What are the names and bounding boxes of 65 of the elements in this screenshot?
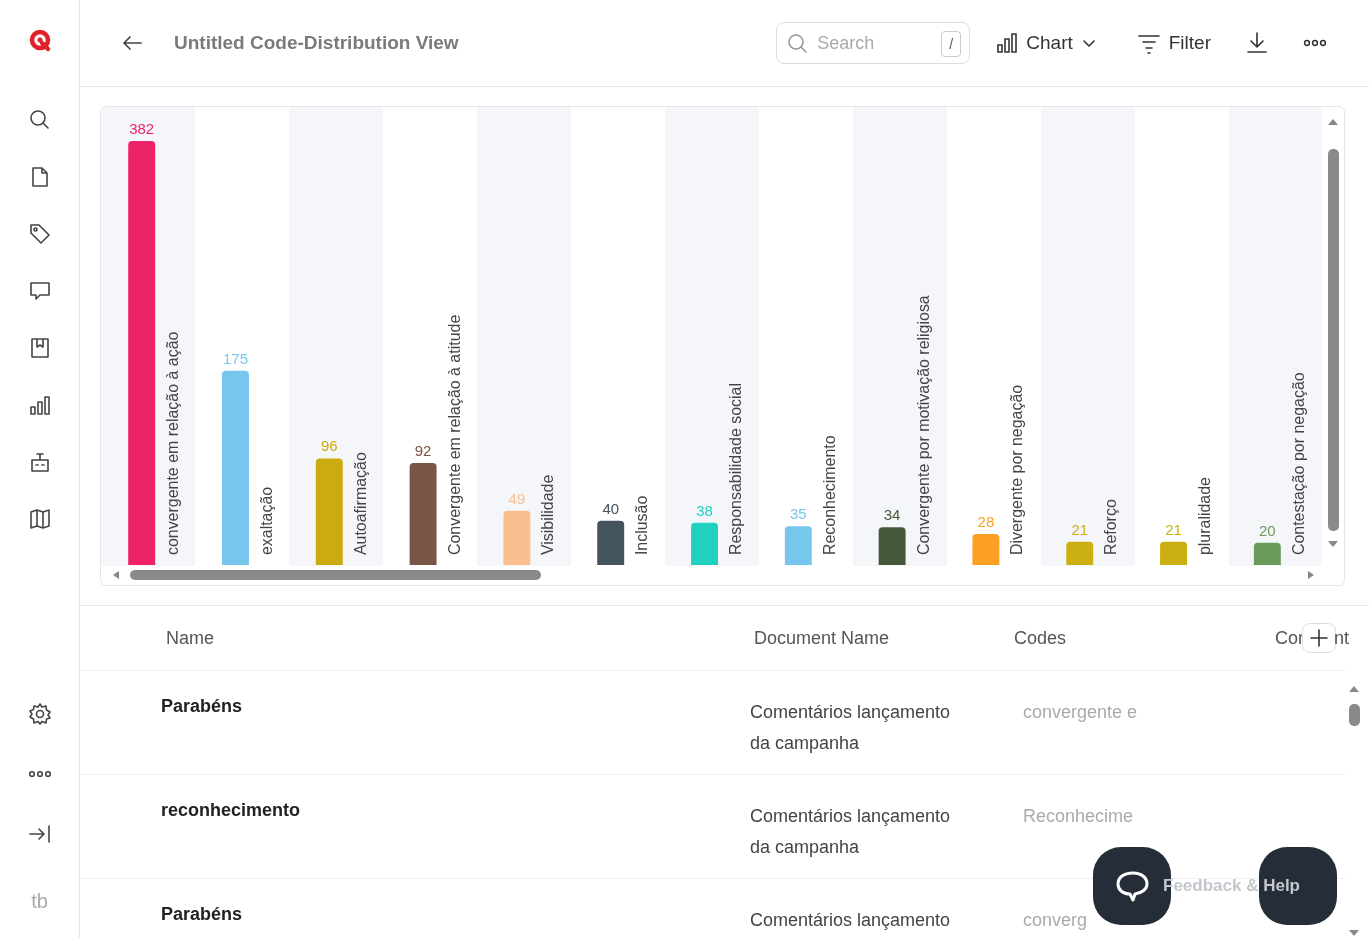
category-label: Responsabilidade social [726,383,744,556]
view-title: Untitled Code-Distribution View [174,32,459,54]
table-cell-text: converg [1023,909,1089,932]
category-label: Convergente em relação à atitude [445,314,463,556]
value-label: 175 [223,349,248,367]
category-label: Divergente por negação [1008,384,1026,556]
value-label: 49 [508,489,526,507]
category-label: Reforço [1102,499,1120,556]
value-label: 382 [129,119,155,137]
search-icon [787,33,808,53]
add-column-button[interactable] [1302,623,1336,653]
category-label: Contestação por negação [1289,372,1307,556]
tag-icon[interactable] [27,222,52,246]
bar[interactable] [878,527,906,566]
column-header[interactable]: Name [161,627,750,649]
value-label: 38 [696,501,713,519]
column-header[interactable]: Codes [1014,627,1275,649]
category-label: exaltação [257,486,275,556]
table-cell-text: Parabéns [161,903,244,926]
bar[interactable] [409,462,437,566]
more-icon[interactable] [27,770,52,778]
category-label: Reconhecimento [820,435,838,556]
table-cell-text: Parabéns [161,695,244,718]
vertical-scrollbar[interactable] [1347,686,1361,936]
chart-type-button[interactable]: Chart [994,29,1099,57]
value-label: 21 [1165,520,1182,538]
filter-button[interactable]: Filter [1134,29,1213,57]
value-label: 40 [602,499,620,517]
value-label: 96 [321,437,338,455]
comment-icon[interactable] [27,279,52,303]
category-label: Autoafirmação [351,452,369,556]
map-icon[interactable] [27,507,52,531]
help-button-background[interactable] [1259,847,1337,925]
table-cell-text: reconhecimento [161,799,302,822]
category-label: Inclusão [633,495,651,556]
category-label: pluralidade [1195,477,1213,556]
value-label: 34 [883,506,901,524]
value-label: 92 [414,441,432,459]
bar-chart-icon[interactable] [27,393,52,417]
plus-icon [1309,628,1329,648]
value-label: 35 [790,505,807,523]
table-cell-text: Comentários lançamento da campanha [750,701,952,755]
more-button[interactable] [1301,37,1329,49]
settings-icon[interactable] [27,702,52,726]
expand-sidebar-icon[interactable] [27,822,52,846]
column-header[interactable]: nt [1334,627,1350,649]
search-icon[interactable] [27,108,52,132]
shortcut-key: / [941,31,962,57]
table-cell-text: Comentários lançamento [750,909,952,932]
column-header[interactable]: Cor [1275,627,1304,649]
category-label: Convergente por motivação religiosa [914,295,932,556]
download-icon [1245,31,1269,55]
table-cell-text: Reconhecime [1023,805,1135,828]
table-row[interactable]: Parabéns Comentários lançamento da campanha convergente e [80,671,1345,775]
value-label: 20 [1259,521,1276,539]
more-icon [1303,39,1327,47]
bar-chart-icon [996,31,1019,55]
table-cell-text: convergente e [1023,701,1139,724]
category-label: convergente em relação à ação [164,331,182,556]
value-label: 28 [977,512,995,530]
logo-icon[interactable] [27,28,52,53]
category-label: Visibilidade [539,474,557,556]
bar[interactable] [597,520,625,566]
table-cell-text: Comentários lançamento da campanha [750,805,952,859]
value-label: 21 [1071,520,1089,538]
